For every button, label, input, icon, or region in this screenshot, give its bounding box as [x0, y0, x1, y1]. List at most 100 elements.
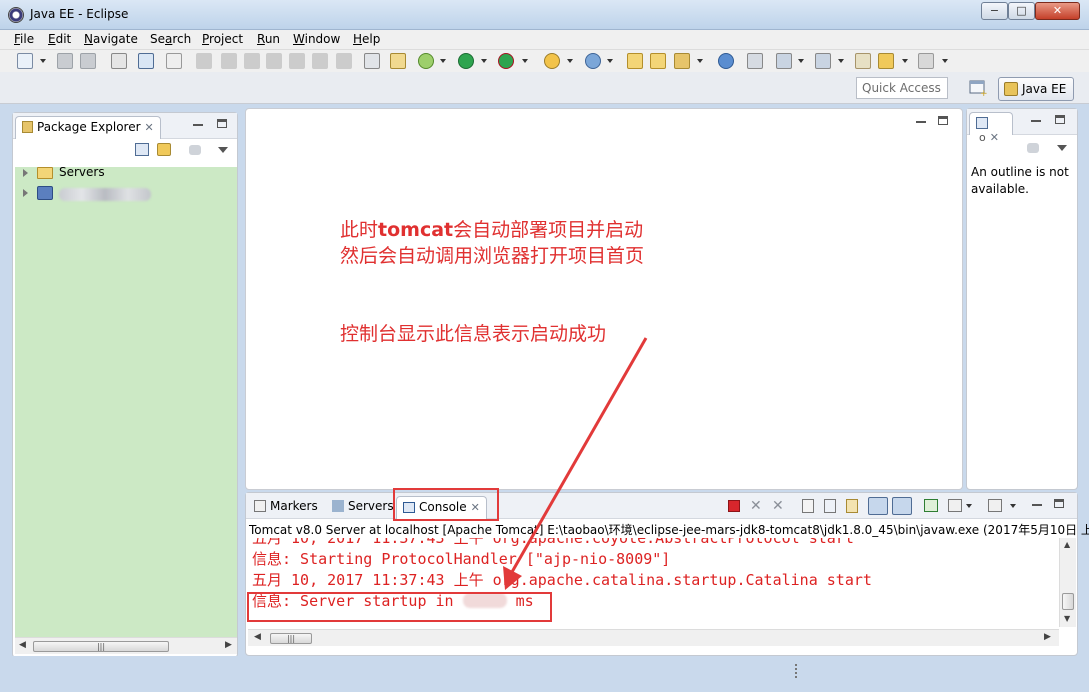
scroll-left-icon[interactable]: ◀ — [254, 632, 261, 642]
suspend-icon[interactable] — [221, 53, 237, 69]
menu-window[interactable]: Window — [293, 32, 340, 46]
view-menu-icon[interactable] — [189, 145, 201, 155]
open-type-icon[interactable] — [627, 53, 643, 69]
next-annotation-dropdown-icon[interactable] — [798, 59, 804, 63]
tab-markers[interactable]: Markers — [248, 496, 324, 519]
next-annotation-icon[interactable] — [776, 53, 792, 69]
show-stdout-icon[interactable] — [868, 497, 888, 515]
new-dropdown-icon[interactable] — [40, 59, 46, 63]
run-icon[interactable] — [458, 53, 474, 69]
open-task-icon[interactable] — [390, 53, 406, 69]
menu-navigate[interactable]: Navigate — [84, 32, 138, 46]
browser-icon[interactable] — [718, 53, 734, 69]
prev-annotation-icon[interactable] — [815, 53, 831, 69]
open-resource-icon[interactable] — [650, 53, 666, 69]
view-menu-icon[interactable] — [1027, 143, 1039, 153]
clear-console-icon[interactable] — [802, 499, 814, 513]
step-return-icon[interactable] — [336, 53, 352, 69]
display-console-icon[interactable] — [948, 499, 962, 512]
link-with-editor-icon[interactable] — [157, 143, 171, 156]
minimize-view-icon[interactable] — [193, 124, 203, 126]
word-wrap-icon[interactable] — [846, 499, 858, 513]
menu-file[interactable]: File — [14, 32, 34, 46]
open-console-dropdown-icon[interactable] — [1010, 504, 1016, 508]
search-icon[interactable] — [674, 53, 690, 69]
remove-all-icon[interactable]: ✕ — [772, 498, 784, 514]
new-server-icon[interactable] — [544, 53, 560, 69]
debug-icon[interactable] — [418, 53, 434, 69]
vscroll-thumb[interactable] — [1062, 593, 1074, 610]
new-class-icon[interactable] — [585, 53, 601, 69]
back-icon[interactable] — [878, 53, 894, 69]
debug-dropdown-icon[interactable] — [440, 59, 446, 63]
binary-icon[interactable] — [111, 53, 127, 69]
new-server-dropdown-icon[interactable] — [567, 59, 573, 63]
forward-icon[interactable] — [918, 53, 934, 69]
collapse-all-icon[interactable] — [135, 143, 149, 156]
use-step-filters-icon[interactable] — [364, 53, 380, 69]
scroll-lock-icon[interactable] — [824, 499, 836, 513]
annotation-nav-icon[interactable] — [747, 53, 763, 69]
hscroll-thumb[interactable]: ||| — [270, 633, 312, 644]
view-dropdown-icon[interactable] — [218, 147, 228, 153]
view-dropdown-icon[interactable] — [1057, 145, 1067, 151]
disconnect-icon[interactable] — [266, 53, 282, 69]
hscroll-thumb[interactable]: ||| — [33, 641, 169, 652]
console-vscrollbar[interactable]: ▲ ▼ — [1059, 538, 1076, 627]
maximize-editor-icon[interactable] — [938, 116, 948, 125]
maximize-view-icon[interactable] — [217, 119, 227, 128]
forward-dropdown-icon[interactable] — [942, 59, 948, 63]
open-perspective-icon[interactable]: + — [968, 79, 988, 97]
status-drag-handle[interactable] — [795, 664, 797, 678]
resume-icon[interactable] — [196, 53, 212, 69]
close-tab-icon[interactable]: ✕ — [145, 121, 154, 134]
tab-outline[interactable]: o ✕ — [969, 112, 1013, 144]
remove-launch-icon[interactable]: ✕ — [750, 498, 762, 514]
prev-annotation-dropdown-icon[interactable] — [838, 59, 844, 63]
save-all-icon[interactable] — [80, 53, 96, 69]
minimize-editor-icon[interactable] — [916, 121, 926, 123]
search-dropdown-icon[interactable] — [697, 59, 703, 63]
step-over-icon[interactable] — [312, 53, 328, 69]
maximize-view-icon[interactable] — [1055, 115, 1065, 124]
minimize-button[interactable]: − — [981, 2, 1008, 20]
menu-edit[interactable]: Edit — [48, 32, 71, 46]
tab-servers[interactable]: Servers — [326, 496, 400, 519]
minimize-view-icon[interactable] — [1031, 120, 1041, 122]
new-class-dropdown-icon[interactable] — [607, 59, 613, 63]
terminal-icon[interactable] — [138, 53, 154, 69]
pin-console-icon[interactable] — [924, 499, 938, 512]
skip-breakpoints-icon[interactable] — [166, 53, 182, 69]
close-button[interactable]: ✕ — [1035, 2, 1080, 20]
scroll-right-icon[interactable]: ▶ — [1044, 632, 1051, 642]
run-dropdown-icon[interactable] — [481, 59, 487, 63]
tree-item-project[interactable] — [23, 185, 223, 203]
menu-project[interactable]: Project — [202, 32, 243, 46]
terminate-icon[interactable] — [244, 53, 260, 69]
scroll-down-icon[interactable]: ▼ — [1064, 614, 1070, 623]
last-edit-icon[interactable] — [855, 53, 871, 69]
step-into-icon[interactable] — [289, 53, 305, 69]
run-external-icon[interactable] — [498, 53, 514, 69]
scroll-up-icon[interactable]: ▲ — [1064, 540, 1070, 549]
menu-run[interactable]: Run — [257, 32, 280, 46]
save-icon[interactable] — [57, 53, 73, 69]
minimize-view-icon[interactable] — [1032, 504, 1042, 506]
package-explorer-hscrollbar[interactable]: ◀ ||| ▶ — [15, 637, 237, 654]
show-stderr-icon[interactable] — [892, 497, 912, 515]
console-hscrollbar[interactable]: ◀ ||| ▶ — [248, 629, 1059, 646]
menu-search[interactable]: Search — [150, 32, 191, 46]
tab-package-explorer[interactable]: Package Explorer ✕ — [15, 116, 161, 139]
close-tab-icon[interactable]: ✕ — [990, 131, 999, 144]
display-console-dropdown-icon[interactable] — [966, 504, 972, 508]
back-dropdown-icon[interactable] — [902, 59, 908, 63]
external-dropdown-icon[interactable] — [522, 59, 528, 63]
terminate-icon[interactable] — [728, 500, 740, 512]
tree-item-servers[interactable]: Servers — [23, 165, 223, 183]
maximize-button[interactable]: □ — [1008, 2, 1035, 20]
new-icon[interactable] — [17, 53, 33, 69]
expand-icon[interactable] — [23, 189, 28, 197]
expand-icon[interactable] — [23, 169, 28, 177]
menu-help[interactable]: Help — [353, 32, 380, 46]
quick-access-input[interactable]: Quick Access — [856, 77, 948, 99]
